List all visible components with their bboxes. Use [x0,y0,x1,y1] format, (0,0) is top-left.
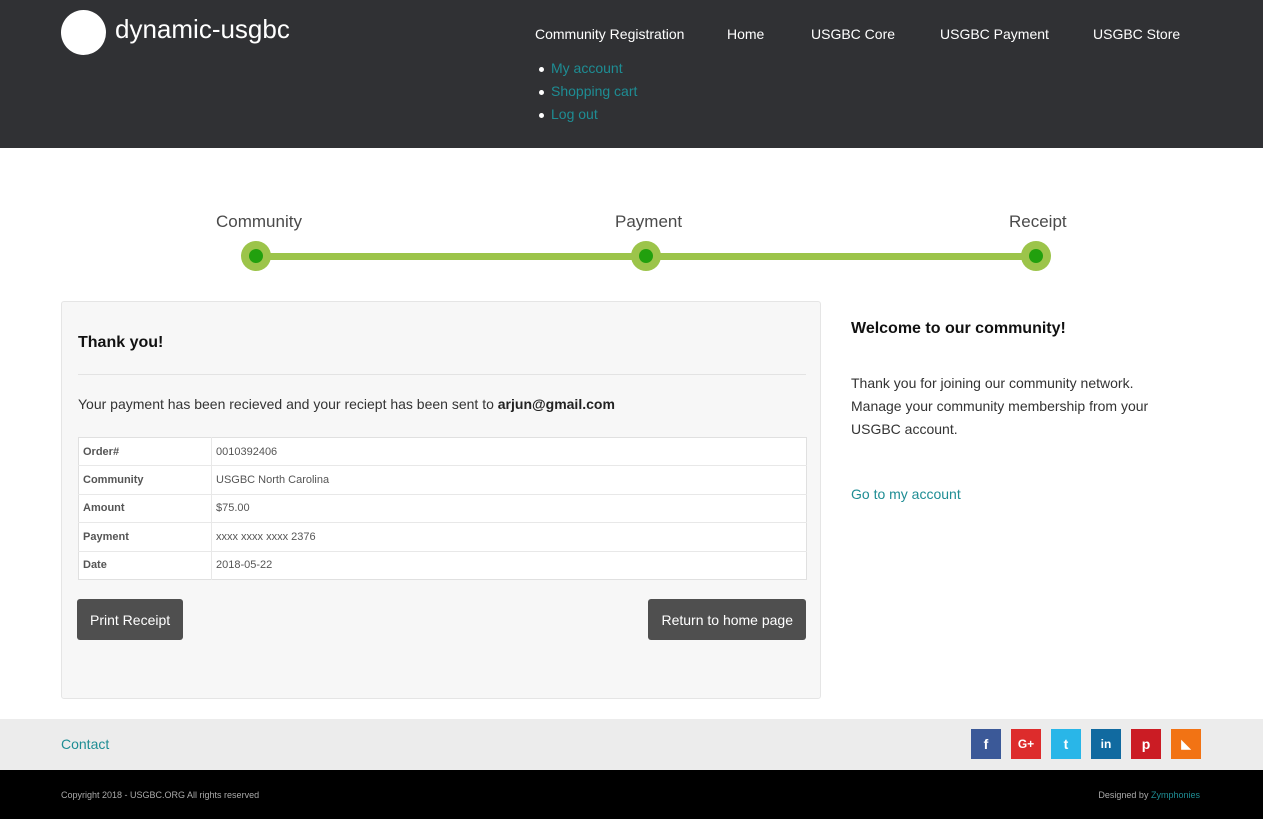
copyright-text: Copyright 2018 - USGBC.ORG All rights re… [61,790,260,800]
nav-usgbc-store[interactable]: USGBC Store [1093,26,1180,42]
row-key-date: Date [78,550,212,580]
receipt-email: arjun@gmail.com [497,396,615,412]
row-key-amount: Amount [78,493,212,523]
table-row: Amount $75.00 [78,493,807,523]
return-home-button[interactable]: Return to home page [648,599,806,640]
designer-link[interactable]: Zymphonies [1151,790,1200,800]
nav-community-registration[interactable]: Community Registration [535,26,684,42]
welcome-heading: Welcome to our community! [851,320,1066,337]
contact-link[interactable]: Contact [61,736,109,752]
twitter-icon[interactable]: t [1051,729,1081,759]
site-header: dynamic-usgbc Community Registration Hom… [0,0,1263,148]
row-value-payment: xxxx xxxx xxxx 2376 [211,522,807,552]
step-dot-receipt [1021,241,1051,271]
table-row: Payment xxxx xxxx xxxx 2376 [78,522,807,552]
step-dot-payment [631,241,661,271]
submenu-shopping-cart[interactable]: Shopping cart [538,83,637,106]
go-to-account-link[interactable]: Go to my account [851,486,961,502]
site-logo[interactable] [61,10,106,55]
footer-top: Contact f G+ t in p ◣ [0,719,1263,770]
divider [78,374,806,375]
row-value-date: 2018-05-22 [211,550,807,580]
thank-you-heading: Thank you! [78,334,164,351]
submenu-my-account[interactable]: My account [538,60,637,83]
pinterest-icon[interactable]: p [1131,729,1161,759]
receipt-table: Order# 0010392406 Community USGBC North … [78,437,807,580]
designed-by-label: Designed by [1098,790,1149,800]
row-value-community: USGBC North Carolina [211,465,807,495]
user-submenu: My account Shopping cart Log out [538,60,637,129]
row-value-order: 0010392406 [216,445,278,458]
receipt-panel: Thank you! Your payment has been recieve… [61,301,821,699]
designed-by: Designed by Zymphonies [1098,790,1200,800]
linkedin-icon[interactable]: in [1091,729,1121,759]
row-value-amount: $75.00 [211,493,807,523]
google-plus-icon[interactable]: G+ [1011,729,1041,759]
footer-bottom: Copyright 2018 - USGBC.ORG All rights re… [0,770,1263,819]
step-label-receipt: Receipt [1009,212,1067,231]
payment-message: Your payment has been recieved and your … [78,396,615,412]
row-key-order: Order# [78,437,212,466]
table-row: Date 2018-05-22 [78,550,807,580]
nav-home[interactable]: Home [727,26,764,42]
table-row: Community USGBC North Carolina [78,465,807,495]
print-receipt-button[interactable]: Print Receipt [77,599,184,640]
welcome-text: Thank you for joining our community netw… [851,375,1149,437]
rss-icon[interactable]: ◣ [1171,729,1201,759]
nav-usgbc-payment[interactable]: USGBC Payment [940,26,1049,42]
step-label-payment: Payment [615,212,683,231]
site-name[interactable]: dynamic-usgbc [115,14,290,45]
nav-usgbc-core[interactable]: USGBC Core [811,26,895,42]
submenu-log-out[interactable]: Log out [538,106,637,129]
table-row: Order# 0010392406 [78,437,807,466]
step-dot-community [241,241,271,271]
row-key-community: Community [78,465,212,495]
facebook-icon[interactable]: f [971,729,1001,759]
step-label-community: Community [216,212,302,231]
row-key-payment: Payment [78,522,212,552]
payment-message-text: Your payment has been recieved and your … [78,396,494,412]
